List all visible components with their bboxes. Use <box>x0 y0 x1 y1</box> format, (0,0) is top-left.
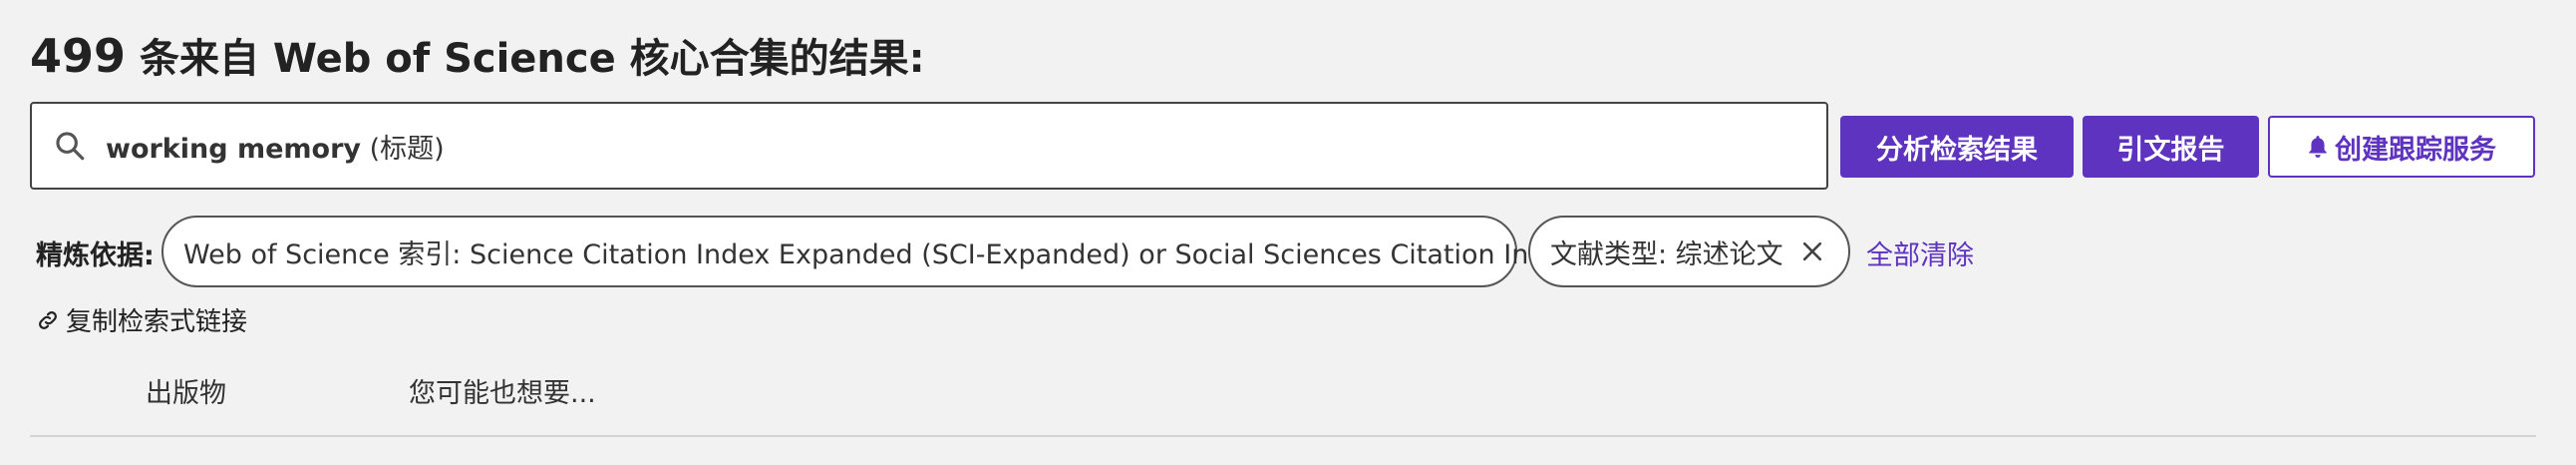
filter-chip-label: Web of Science 索引: Science Citation Inde… <box>183 238 1669 270</box>
tab-you-may-also-like[interactable]: 您可能也想要... <box>409 371 596 410</box>
analyze-results-button[interactable]: 分析检索结果 <box>1840 116 2074 178</box>
refine-label: 精炼依据: <box>36 240 155 271</box>
copy-query-link[interactable]: 复制检索式链接 <box>36 301 247 338</box>
results-count: 499 <box>30 29 127 83</box>
copy-query-link-label: 复制检索式链接 <box>66 307 248 337</box>
filter-chip-label: 文献类型: 综述论文 <box>1550 238 1783 270</box>
create-alert-button[interactable]: 创建跟踪服务 <box>2268 116 2535 178</box>
create-alert-label: 创建跟踪服务 <box>2335 134 2496 166</box>
filter-chip-doctype: 文献类型: 综述论文 <box>1528 216 1850 287</box>
citation-report-button[interactable]: 引文报告 <box>2083 116 2259 178</box>
clear-all-link[interactable]: 全部清除 <box>1866 233 1974 272</box>
search-query-terms: working memory <box>106 133 362 165</box>
results-heading-text: 条来自 Web of Science 核心合集的结果: <box>126 36 925 82</box>
link-icon <box>39 310 57 329</box>
filter-chip-index: Web of Science 索引: Science Citation Inde… <box>161 216 1705 287</box>
results-heading: 499 条来自 Web of Science 核心合集的结果: <box>30 26 925 84</box>
bell-icon <box>2309 136 2327 158</box>
close-icon[interactable] <box>1797 236 1827 266</box>
search-query-text: working memory (标题) <box>106 127 445 166</box>
search-query-field: (标题) <box>361 133 445 165</box>
tabs-divider <box>30 435 2536 437</box>
tab-publications[interactable]: 出版物 <box>146 371 226 410</box>
search-query-box[interactable]: working memory (标题) <box>30 102 1828 190</box>
search-icon <box>50 126 90 166</box>
